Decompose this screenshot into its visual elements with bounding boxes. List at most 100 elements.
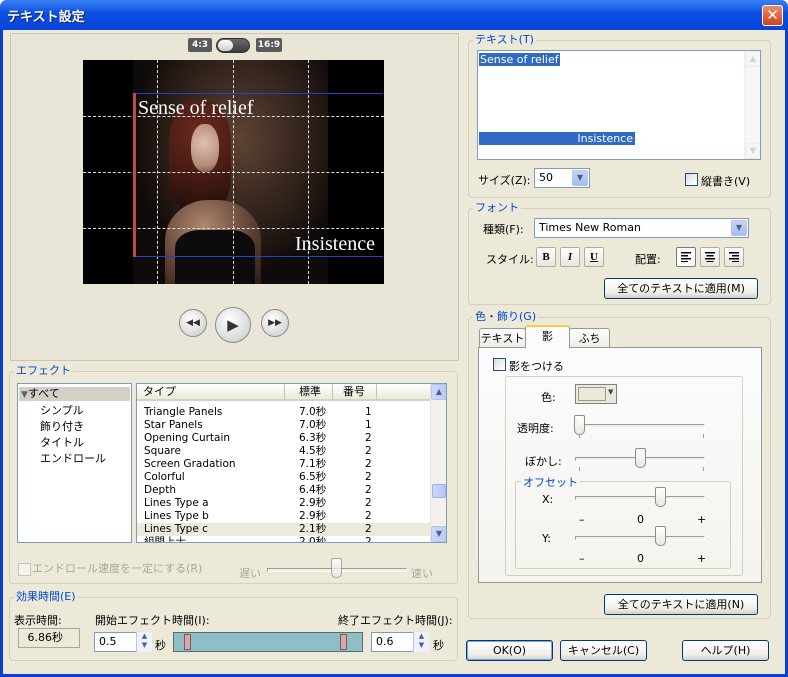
align-left-button[interactable] — [676, 247, 696, 267]
table-row[interactable]: Square 4.5秒 2 — [137, 445, 431, 458]
shadow-checkbox[interactable] — [493, 358, 506, 371]
endroll-speed-slider[interactable] — [331, 558, 342, 578]
cell-standard: 7.0秒 — [299, 406, 327, 418]
spin-down-icon[interactable]: ▼ — [414, 641, 429, 650]
tree-item-decorated[interactable]: 飾り付き — [40, 420, 84, 434]
table-row[interactable]: 組問上士 2.0秒 2 — [137, 536, 431, 542]
offset-label: オフセット — [521, 474, 580, 490]
tree-item-title[interactable]: タイトル — [40, 436, 84, 450]
aspect-16-9-label[interactable]: 16:9 — [256, 38, 282, 52]
offset-x-track — [575, 496, 705, 500]
opacity-label: 透明度: — [517, 422, 554, 435]
aspect-4-3-label[interactable]: 4:3 — [188, 38, 212, 52]
table-row[interactable]: Star Panels 7.0秒 1 — [137, 419, 431, 432]
table-row[interactable]: Lines Type b 2.9秒 2 — [137, 510, 431, 523]
bold-button[interactable]: B — [536, 247, 556, 267]
ok-button[interactable]: OK(O) — [466, 640, 553, 661]
chevron-down-icon[interactable]: ▼ — [731, 220, 747, 236]
spin-down-icon[interactable]: ▼ — [137, 641, 152, 650]
preview-text-top[interactable]: Sense of relief — [138, 96, 254, 120]
apply-color-all-button[interactable]: 全てのテキストに適用(N) — [604, 594, 758, 615]
table-row[interactable]: Screen Gradation 7.1秒 2 — [137, 458, 431, 471]
align-right-button[interactable] — [724, 247, 744, 267]
offset-x-slider[interactable] — [655, 487, 666, 507]
endroll-speed-checkbox[interactable] — [18, 563, 31, 576]
tree-item-simple[interactable]: シンプル — [40, 404, 84, 418]
scroll-down-icon[interactable]: ▼ — [431, 526, 446, 542]
cancel-button[interactable]: キャンセル(C) — [560, 640, 647, 661]
tab-shadow[interactable]: 影 — [525, 325, 570, 348]
scroll-up-icon[interactable]: ▲ — [431, 384, 446, 400]
forward-button[interactable]: ▶▶ — [261, 309, 289, 337]
start-effect-input[interactable]: 0.5 ▲ ▼ — [94, 632, 152, 652]
offset-y-label: Y: — [542, 532, 551, 545]
cell-type: Square — [144, 445, 181, 457]
italic-button[interactable]: I — [560, 247, 580, 267]
offset-y-slider[interactable] — [655, 526, 666, 546]
font-combo[interactable]: Times New Roman ▼ — [534, 218, 749, 238]
cell-number: 2 — [365, 497, 372, 509]
column-header-number[interactable]: 番号 — [333, 384, 377, 401]
close-button[interactable]: ✕ — [762, 5, 783, 26]
rewind-button[interactable]: ◀◀ — [179, 309, 207, 337]
cell-standard: 7.0秒 — [299, 419, 327, 431]
start-effect-spinner[interactable]: ▲ ▼ — [136, 632, 152, 652]
text-scrollbar[interactable]: ▲ ▼ — [744, 51, 760, 159]
table-row[interactable]: Lines Type a 2.9秒 2 — [137, 497, 431, 510]
spin-up-icon[interactable]: ▲ — [137, 632, 152, 641]
tree-item-endroll[interactable]: エンドロール — [40, 452, 106, 466]
size-combo[interactable]: 50 ▼ — [534, 168, 590, 188]
chevron-down-icon[interactable]: ▼ — [572, 170, 588, 186]
underline-button[interactable]: U — [584, 247, 604, 267]
blur-label: ぼかし: — [525, 455, 562, 468]
timing-group-label: 効果時間(E) — [14, 590, 78, 603]
table-row[interactable]: Triangle Panels 7.0秒 1 — [137, 406, 431, 419]
end-effect-spinner[interactable]: ▲ ▼ — [413, 632, 429, 652]
effect-category-tree[interactable]: ▼すべて シンプル 飾り付き タイトル エンドロール — [17, 383, 132, 543]
column-header-standard[interactable]: 標準 — [285, 384, 333, 401]
font-type-label: 種類(F): — [483, 223, 524, 236]
tab-text[interactable]: テキスト — [479, 328, 526, 348]
scroll-thumb[interactable] — [432, 484, 446, 498]
shadow-color-picker[interactable]: ▼ — [575, 384, 617, 404]
table-row[interactable]: Lines Type c 2.1秒 2 — [137, 523, 431, 536]
effect-list-scrollbar[interactable]: ▲ ▼ — [430, 384, 446, 542]
speed-fast-label: 速い — [411, 567, 433, 580]
tab-outline[interactable]: ふち — [569, 328, 610, 348]
help-button[interactable]: ヘルプ(H) — [682, 640, 769, 661]
play-button[interactable]: ▶ — [215, 307, 251, 343]
effect-timeline-bar[interactable] — [173, 632, 363, 652]
vertical-text-checkbox[interactable] — [685, 173, 698, 186]
tree-item-all[interactable]: ▼すべて — [19, 387, 130, 401]
end-effect-input[interactable]: 0.6 ▲ ▼ — [371, 632, 429, 652]
scroll-down-icon[interactable]: ▼ — [745, 143, 760, 159]
cell-type: Lines Type a — [144, 497, 209, 509]
aspect-toggle[interactable] — [216, 38, 250, 53]
cell-standard: 2.1秒 — [299, 523, 327, 535]
size-label: サイズ(Z): — [478, 174, 531, 187]
title-bar[interactable]: テキスト設定 ✕ — [0, 0, 788, 30]
align-center-button[interactable] — [700, 247, 720, 267]
blur-slider[interactable] — [635, 448, 646, 468]
color-swatch — [578, 387, 606, 401]
apply-font-all-button[interactable]: 全てのテキストに適用(M) — [604, 278, 758, 299]
window-title: テキスト設定 — [7, 10, 85, 25]
table-row[interactable]: Opening Curtain 6.3秒 2 — [137, 432, 431, 445]
column-header-type[interactable]: タイプ — [137, 384, 285, 401]
scroll-up-icon[interactable]: ▲ — [745, 51, 760, 67]
dialog-window: テキスト設定 ✕ 4:3 16:9 Sense of relief Insist… — [0, 0, 788, 677]
cell-type: Star Panels — [144, 419, 203, 431]
opacity-slider[interactable] — [574, 415, 585, 435]
timeline-end-handle[interactable] — [340, 634, 347, 650]
table-row[interactable]: Colorful 6.5秒 2 — [137, 471, 431, 484]
text-cursor-bar[interactable] — [133, 93, 136, 257]
timeline-start-handle[interactable] — [184, 634, 191, 650]
text-input-area[interactable]: Sense of relief Insistence ▲ ▼ — [477, 50, 761, 160]
cell-standard: 6.4秒 — [299, 484, 327, 496]
spin-up-icon[interactable]: ▲ — [414, 632, 429, 641]
effect-list[interactable]: タイプ 標準 番号 Triangle Panels 7.0秒 1 Star Panel… — [136, 383, 447, 543]
cell-type: Lines Type c — [144, 523, 208, 535]
align-right-icon — [729, 252, 739, 262]
table-row[interactable]: Depth 6.4秒 2 — [137, 484, 431, 497]
preview-text-bottom[interactable]: Insistence — [295, 232, 375, 256]
